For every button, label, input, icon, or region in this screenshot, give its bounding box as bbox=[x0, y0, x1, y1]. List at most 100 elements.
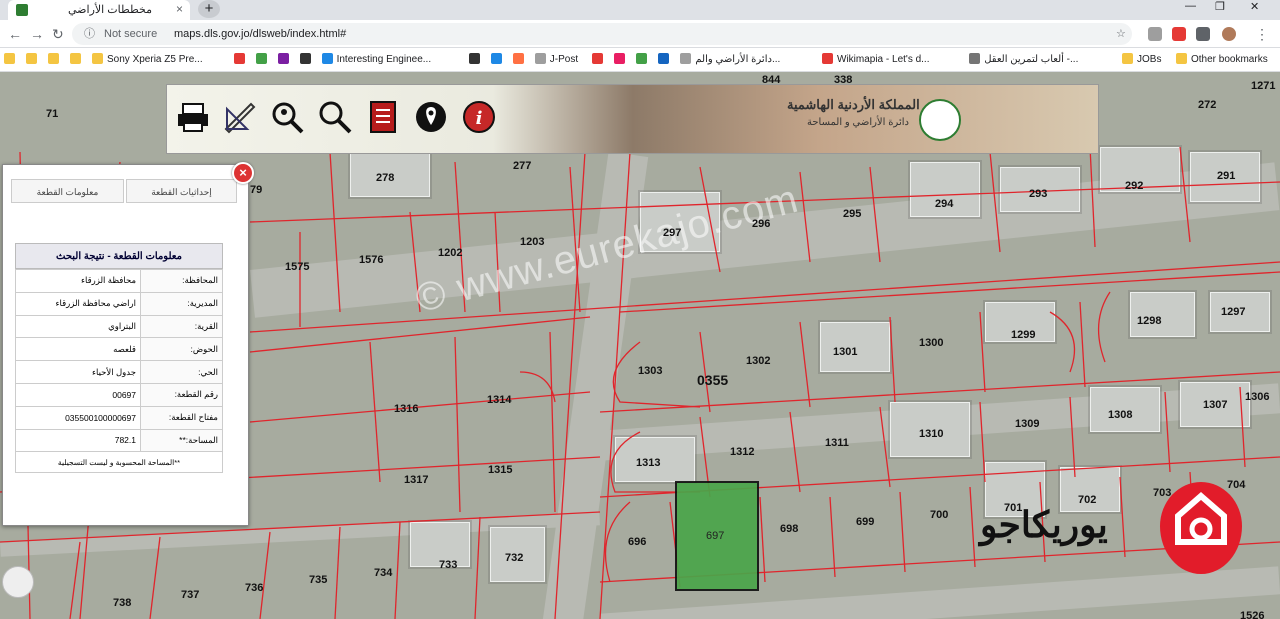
tab-close-icon[interactable]: × bbox=[176, 2, 183, 16]
bookmark-item[interactable] bbox=[658, 53, 673, 65]
parcel-label: 1203 bbox=[520, 236, 545, 248]
document-icon[interactable] bbox=[365, 99, 401, 135]
new-tab-button[interactable]: + bbox=[198, 0, 220, 18]
bookmark-star-icon[interactable]: ☆ bbox=[1116, 23, 1126, 45]
parcel-label: 1300 bbox=[919, 337, 944, 349]
bookmark-item[interactable] bbox=[592, 53, 607, 65]
bookmark-item[interactable] bbox=[4, 53, 19, 65]
row-key: الحوض: bbox=[140, 337, 223, 362]
minimize-button[interactable]: — bbox=[1185, 0, 1196, 12]
bookmark-icon bbox=[277, 53, 289, 64]
bookmark-label: JOBs bbox=[1137, 54, 1162, 65]
svg-text:i: i bbox=[476, 108, 483, 129]
bookmark-item[interactable]: Wikimapia - Let's d... bbox=[822, 53, 930, 65]
parcel-label: 1303 bbox=[638, 365, 663, 377]
bookmark-item[interactable]: Other bookmarks bbox=[1176, 53, 1268, 65]
info-icon[interactable]: i bbox=[461, 99, 497, 135]
bookmark-item[interactable] bbox=[255, 53, 271, 65]
parcel-label: 696 bbox=[628, 536, 647, 548]
parcel-label: 1309 bbox=[1015, 418, 1040, 430]
parcel-label: 1310 bbox=[919, 428, 944, 440]
bookmark-icon bbox=[468, 53, 480, 64]
parcel-label: 1307 bbox=[1203, 399, 1228, 411]
bookmark-icon bbox=[658, 53, 670, 64]
parcel-label: 1308 bbox=[1108, 409, 1133, 421]
bookmarks-bar: Sony Xperia Z5 Pre... Interesting Enginee… bbox=[0, 48, 1280, 72]
bookmark-icon bbox=[822, 53, 833, 64]
bookmark-label: J-Post bbox=[549, 54, 579, 65]
profile-avatar[interactable] bbox=[1222, 27, 1236, 41]
back-arrow-icon[interactable]: ← bbox=[8, 26, 22, 42]
parcel-label: 1299 bbox=[1011, 329, 1036, 341]
map-toolbar-banner: i المملكة الأردنية الهاشمية دائرة الأراض… bbox=[166, 84, 1099, 154]
browser-tab[interactable]: مخططات الأراضي × bbox=[8, 0, 190, 20]
bookmark-item[interactable] bbox=[299, 53, 315, 65]
tab-parcel-coordinates[interactable]: إحداثيات القطعة bbox=[126, 179, 237, 203]
table-row: مفتاح القطعة: 035500100000697 bbox=[15, 405, 223, 430]
row-key: الحي: bbox=[140, 360, 223, 384]
row-key: مفتاح القطعة: bbox=[140, 405, 223, 430]
bookmark-item[interactable] bbox=[70, 53, 85, 65]
location-pin-icon[interactable] bbox=[413, 99, 449, 135]
bookmark-item[interactable]: J-Post bbox=[534, 53, 579, 65]
bookmark-item[interactable] bbox=[26, 53, 41, 65]
parcel-label: 1317 bbox=[404, 474, 429, 486]
address-bar[interactable]: ⓘ Not secure maps.dls.gov.jo/dlsweb/inde… bbox=[72, 23, 1132, 45]
panel-close-button[interactable]: × bbox=[232, 162, 254, 184]
table-row: المساحة:** 782.1 bbox=[15, 428, 223, 453]
search-icon[interactable] bbox=[317, 99, 353, 135]
tab-parcel-info[interactable]: معلومات القطعة bbox=[11, 179, 124, 203]
bookmark-item[interactable] bbox=[636, 53, 651, 65]
locate-search-icon[interactable] bbox=[269, 99, 305, 135]
bookmark-item[interactable] bbox=[48, 53, 63, 65]
table-row: القرية: البتراوي bbox=[15, 314, 223, 339]
pdf-extension-icon[interactable] bbox=[1172, 27, 1186, 41]
row-key: المحافظة: bbox=[140, 269, 223, 293]
bookmark-icon bbox=[48, 53, 59, 64]
parcel-label: 1202 bbox=[438, 247, 463, 259]
forward-arrow-icon[interactable]: → bbox=[30, 26, 44, 42]
parcel-label: 293 bbox=[1029, 188, 1048, 200]
bookmark-item[interactable] bbox=[233, 53, 249, 65]
parcel-label: 1316 bbox=[394, 403, 419, 415]
reload-icon[interactable]: ↻ bbox=[52, 26, 64, 43]
area-note: **المساحة المحسوبة و ليست التسجيلية bbox=[15, 451, 223, 473]
parcel-info-table: المحافظة: محافظة الزرقاء المديرية: اراضي مح… bbox=[15, 269, 223, 453]
block-label: 0355 bbox=[697, 372, 729, 388]
banner-title: المملكة الأردنية الهاشمية bbox=[787, 97, 920, 112]
bookmark-item[interactable]: Interesting Enginee... bbox=[321, 53, 431, 65]
parcel-label: 1302 bbox=[746, 355, 771, 367]
bookmark-icon bbox=[680, 53, 692, 64]
bookmark-item[interactable] bbox=[490, 53, 506, 65]
maximize-button[interactable]: ❐ bbox=[1215, 0, 1225, 13]
row-key: رقم القطعة: bbox=[140, 382, 223, 407]
bookmark-label: ألعاب لتمرين العقل -... bbox=[984, 54, 1079, 65]
printer-icon[interactable] bbox=[175, 99, 211, 135]
row-value: جدول الأحياء bbox=[15, 360, 141, 384]
extensions-puzzle-icon[interactable] bbox=[1196, 27, 1210, 41]
bookmark-icon bbox=[255, 53, 267, 64]
bookmark-item[interactable]: ألعاب لتمرين العقل -... bbox=[969, 53, 1078, 65]
parcel-label: 1526 bbox=[1240, 610, 1265, 619]
security-info-icon[interactable]: ⓘ bbox=[84, 23, 95, 45]
bookmark-label: Wikimapia - Let's d... bbox=[837, 54, 930, 65]
menu-kebab-icon[interactable]: ⋮ bbox=[1255, 26, 1269, 43]
table-row: الحي: جدول الأحياء bbox=[15, 360, 223, 384]
compass-icon[interactable] bbox=[2, 566, 34, 598]
bookmark-item[interactable]: دائرة الأراضي والم... bbox=[680, 53, 780, 65]
parcel-label: 698 bbox=[780, 523, 799, 535]
bookmark-item[interactable]: Sony Xperia Z5 Pre... bbox=[92, 53, 203, 65]
bookmark-icon bbox=[26, 53, 37, 64]
measure-icon[interactable] bbox=[221, 99, 257, 135]
bookmark-item[interactable] bbox=[277, 53, 293, 65]
bookmark-item[interactable]: JOBs bbox=[1122, 53, 1161, 65]
bookmark-item[interactable] bbox=[614, 53, 629, 65]
row-value: 782.1 bbox=[15, 428, 141, 453]
row-value: البتراوي bbox=[15, 314, 141, 339]
window-close-button[interactable]: ✕ bbox=[1250, 0, 1259, 13]
bookmark-label: دائرة الأراضي والم... bbox=[695, 54, 781, 65]
bookmark-icon bbox=[233, 53, 245, 64]
bookmark-item[interactable] bbox=[512, 53, 528, 65]
bookmark-item[interactable] bbox=[468, 53, 484, 65]
extension-icon[interactable] bbox=[1148, 27, 1162, 41]
